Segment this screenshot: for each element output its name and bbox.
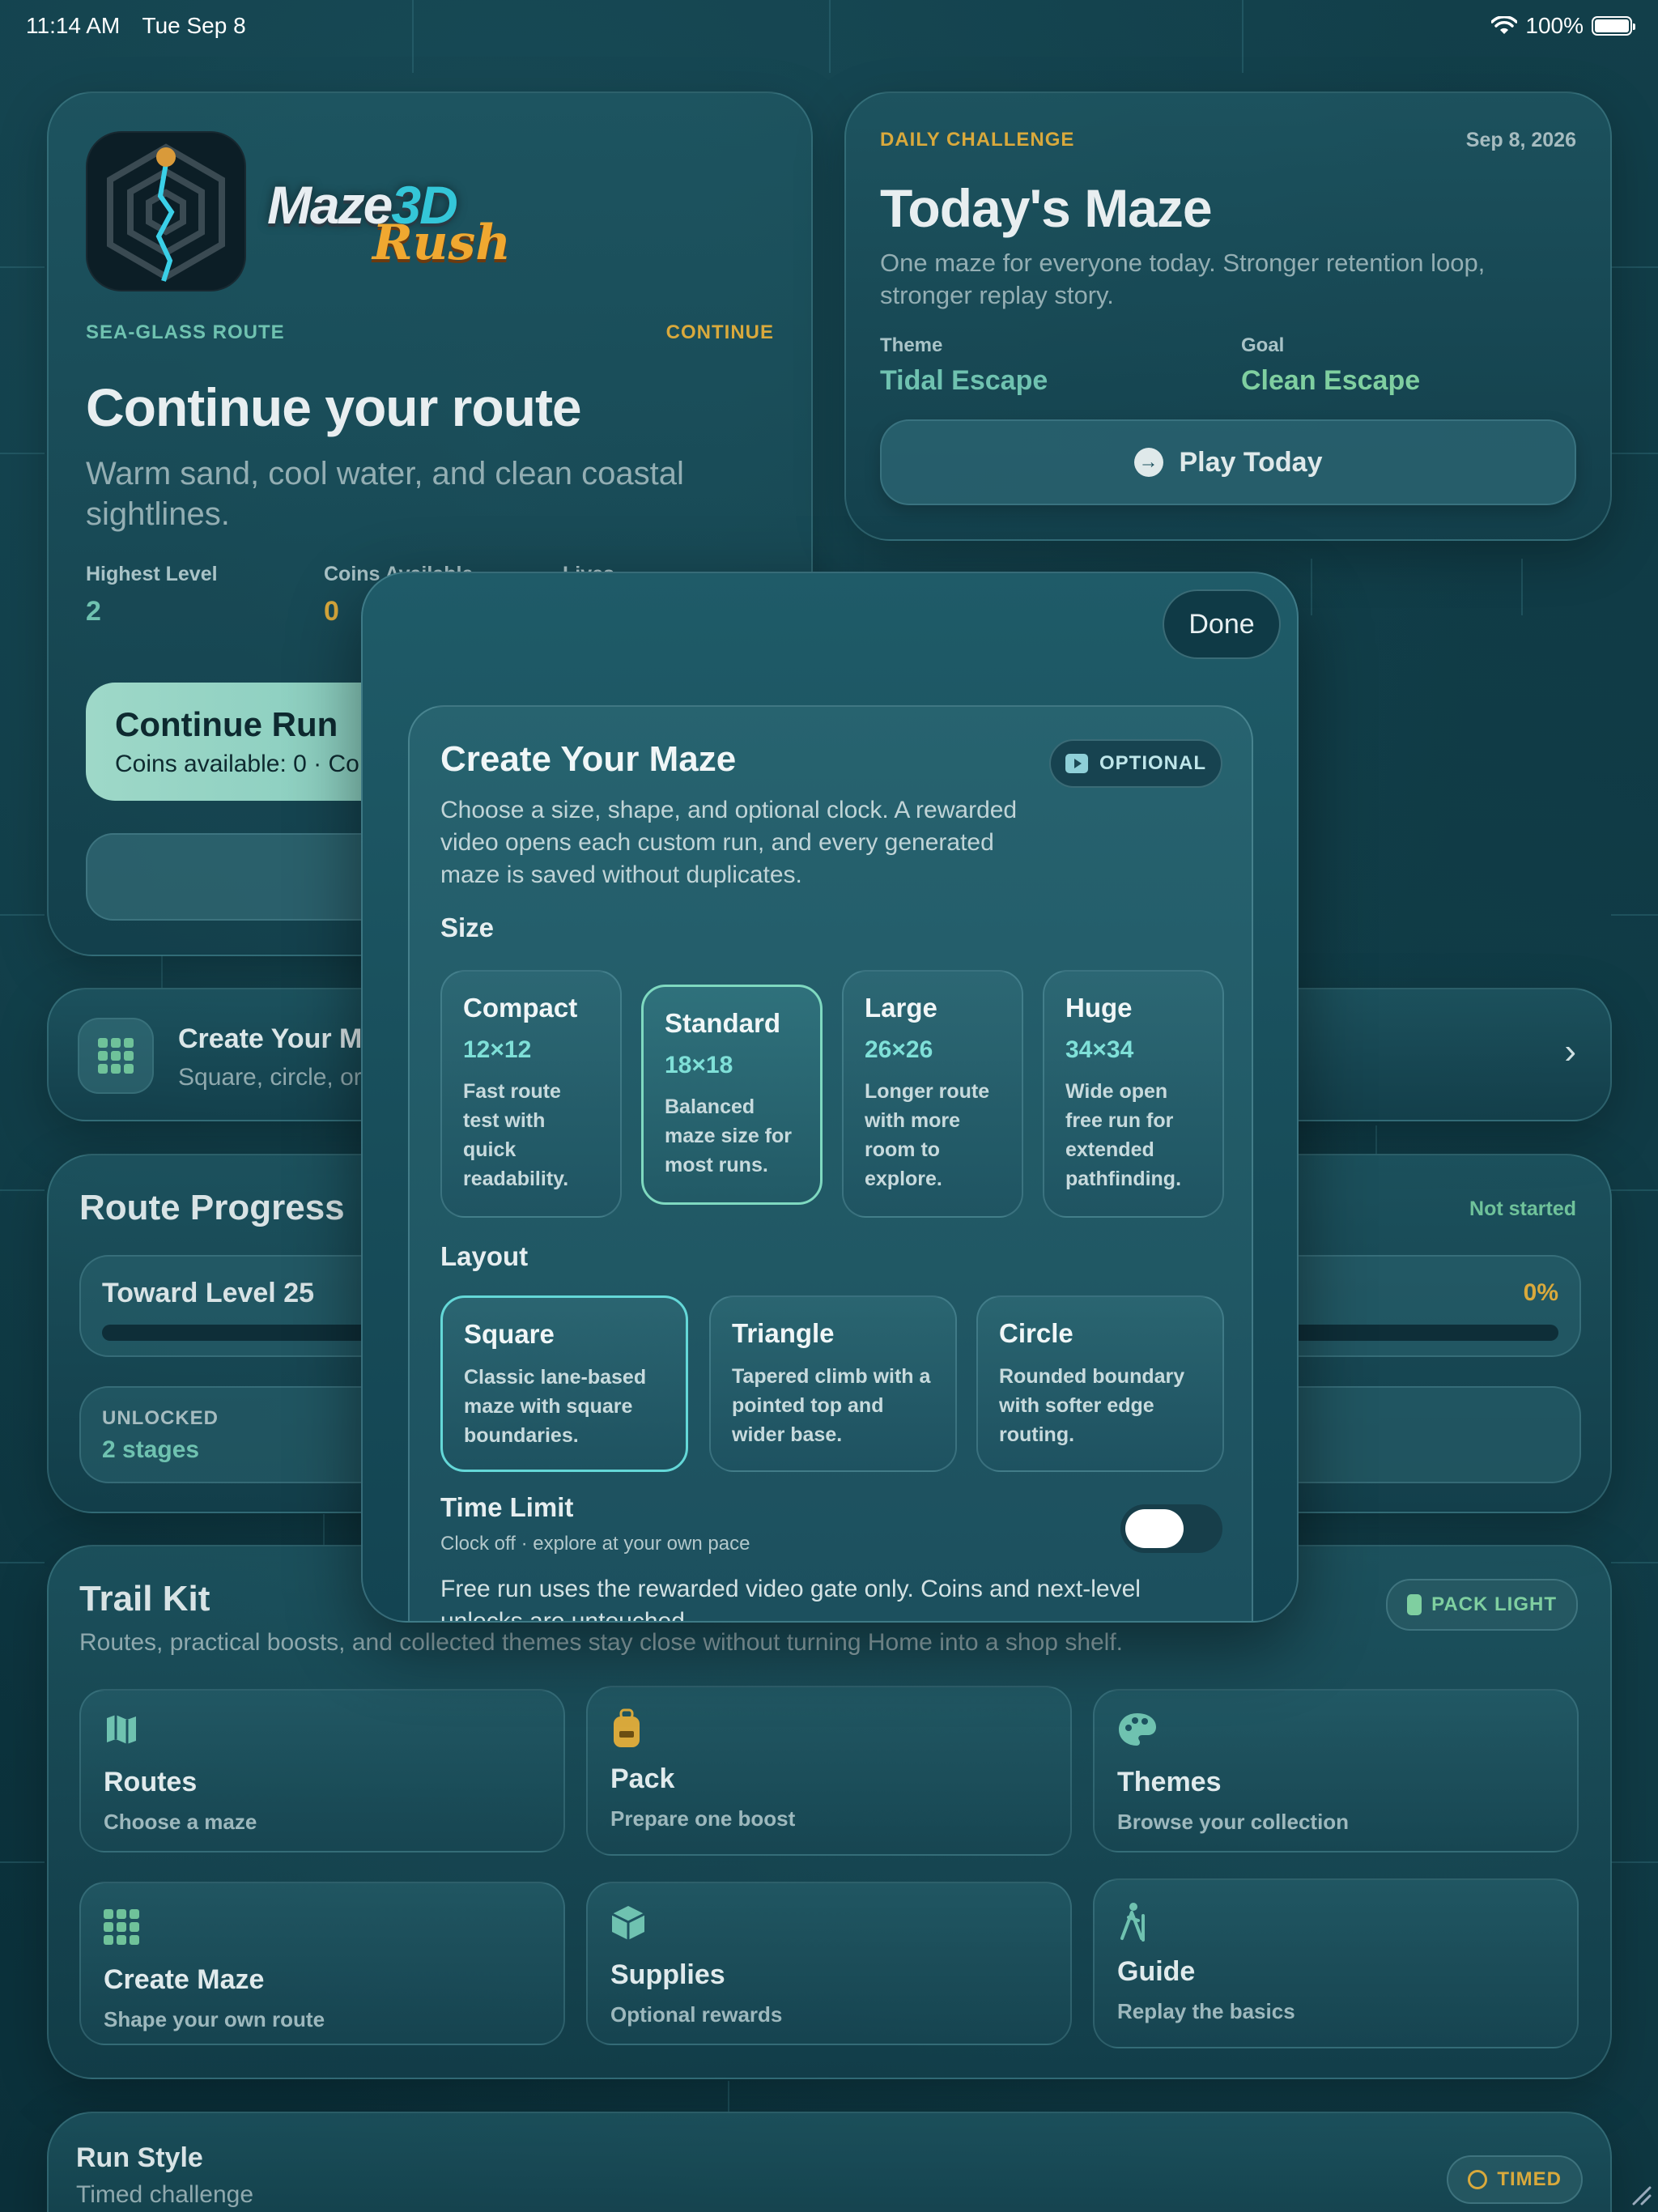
unlocked-value: 2 stages xyxy=(102,1436,200,1463)
route-progress-title: Route Progress xyxy=(79,1188,345,1227)
hiker-icon xyxy=(1117,1901,1554,1942)
time-limit-toggle[interactable] xyxy=(1120,1504,1222,1553)
battery-icon xyxy=(1592,16,1635,36)
pack-light-badge: PACK LIGHT xyxy=(1386,1579,1578,1631)
run-style-title: Run Style xyxy=(76,2142,203,2173)
logo-rush: Rush xyxy=(372,215,511,271)
unlocked-label: UNLOCKED xyxy=(102,1407,219,1429)
stat-highest-level: Highest Level 2 xyxy=(86,563,218,627)
backpack-icon xyxy=(1407,1594,1422,1615)
route-name: SEA-GLASS ROUTE xyxy=(86,321,285,343)
daily-title: Today's Maze xyxy=(880,178,1213,238)
kit-tile-create-maze[interactable]: Create Maze Shape your own route xyxy=(79,1882,565,2045)
sheet-footer-note: Free run uses the rewarded video gate on… xyxy=(440,1576,1141,1623)
layout-section-title: Layout xyxy=(440,1241,529,1271)
status-bar: 11:14 AM Tue Sep 8 100% xyxy=(0,0,1658,52)
timed-badge: TIMED xyxy=(1447,2155,1583,2204)
create-maze-panel: Create Your Maze OPTIONAL Choose a size,… xyxy=(408,705,1253,1623)
resize-handle-icon[interactable] xyxy=(1627,2181,1652,2206)
create-row-title: Create Your M xyxy=(178,1023,363,1054)
map-icon xyxy=(104,1712,541,1752)
sheet-title: Create Your Maze xyxy=(440,739,737,779)
trail-kit-subtitle: Routes, practical boosts, and collected … xyxy=(79,1629,1124,1656)
time-limit-subtitle: Clock off · explore at your own pace xyxy=(440,1533,750,1555)
toward-level-label: Toward Level 25 xyxy=(102,1278,315,1308)
status-date: Tue Sep 8 xyxy=(142,13,246,38)
continue-link[interactable]: CONTINUE xyxy=(666,321,774,344)
daily-goal: Goal Clean Escape xyxy=(1241,334,1421,396)
sheet-description: Choose a size, shape, and optional clock… xyxy=(440,797,1018,888)
route-progress-status: Not started xyxy=(1469,1197,1576,1220)
layout-option-circle[interactable]: Circle Rounded boundary with softer edge… xyxy=(976,1295,1224,1472)
size-option-standard[interactable]: Standard 18×18 Balanced maze size for mo… xyxy=(641,985,823,1205)
kit-tile-routes[interactable]: Routes Choose a maze xyxy=(79,1689,565,1853)
done-button[interactable]: Done xyxy=(1163,589,1281,659)
grid-icon xyxy=(78,1018,154,1094)
size-option-large[interactable]: Large 26×26 Longer route with more room … xyxy=(842,970,1023,1218)
optional-badge: OPTIONAL xyxy=(1049,739,1222,788)
kit-tile-pack[interactable]: Pack Prepare one boost xyxy=(586,1686,1072,1856)
play-today-button[interactable]: → Play Today xyxy=(880,419,1576,505)
grid-icon xyxy=(104,1909,541,1950)
create-maze-sheet: Done Create Your Maze OPTIONAL Choose a … xyxy=(361,572,1299,1623)
create-row-subtitle: Square, circle, or xyxy=(178,1064,362,1091)
continue-subtitle: Warm sand, cool water, and clean coastal… xyxy=(86,456,684,532)
kit-tile-supplies[interactable]: Supplies Optional rewards xyxy=(586,1882,1072,2045)
status-time: 11:14 AM xyxy=(26,13,121,38)
size-option-huge[interactable]: Huge 34×34 Wide open free run for extend… xyxy=(1043,970,1224,1218)
palette-icon xyxy=(1117,1712,1554,1752)
daily-date: Sep 8, 2026 xyxy=(1465,129,1576,151)
trail-kit-title: Trail Kit xyxy=(79,1579,210,1619)
chevron-right-icon: › xyxy=(1564,1032,1576,1071)
app-icon xyxy=(86,131,246,291)
daily-eyebrow: DAILY CHALLENGE xyxy=(880,129,1075,151)
size-section-title: Size xyxy=(440,912,495,942)
run-style-card: Run Style Timed challenge TIMED xyxy=(47,2112,1612,2212)
daily-theme: Theme Tidal Escape xyxy=(880,334,1048,396)
kit-tile-themes[interactable]: Themes Browse your collection xyxy=(1093,1689,1579,1853)
cube-icon xyxy=(610,1904,1048,1945)
kit-tile-guide[interactable]: Guide Replay the basics xyxy=(1093,1878,1579,2048)
layout-option-triangle[interactable]: Triangle Tapered climb with a pointed to… xyxy=(709,1295,957,1472)
time-limit-title: Time Limit xyxy=(440,1492,574,1522)
video-icon xyxy=(1065,754,1088,773)
trail-kit-card: Trail Kit Routes, practical boosts, and … xyxy=(47,1545,1612,2079)
timer-icon xyxy=(1468,2170,1488,2189)
run-style-subtitle: Timed challenge xyxy=(76,2181,254,2208)
daily-description: One maze for everyone today. Stronger re… xyxy=(880,249,1486,309)
continue-title: Continue your route xyxy=(86,377,582,437)
backpack-icon xyxy=(610,1708,1048,1749)
battery-percent: 100% xyxy=(1525,13,1584,38)
arrow-right-icon: → xyxy=(1133,448,1163,477)
size-option-compact[interactable]: Compact 12×12 Fast route test with quick… xyxy=(440,970,622,1218)
wifi-icon xyxy=(1491,16,1518,34)
daily-challenge-card: DAILY CHALLENGE Sep 8, 2026 Today's Maze… xyxy=(844,91,1612,541)
layout-option-square[interactable]: Square Classic lane-based maze with squa… xyxy=(440,1295,688,1472)
progress-percent: 0% xyxy=(1523,1279,1558,1306)
